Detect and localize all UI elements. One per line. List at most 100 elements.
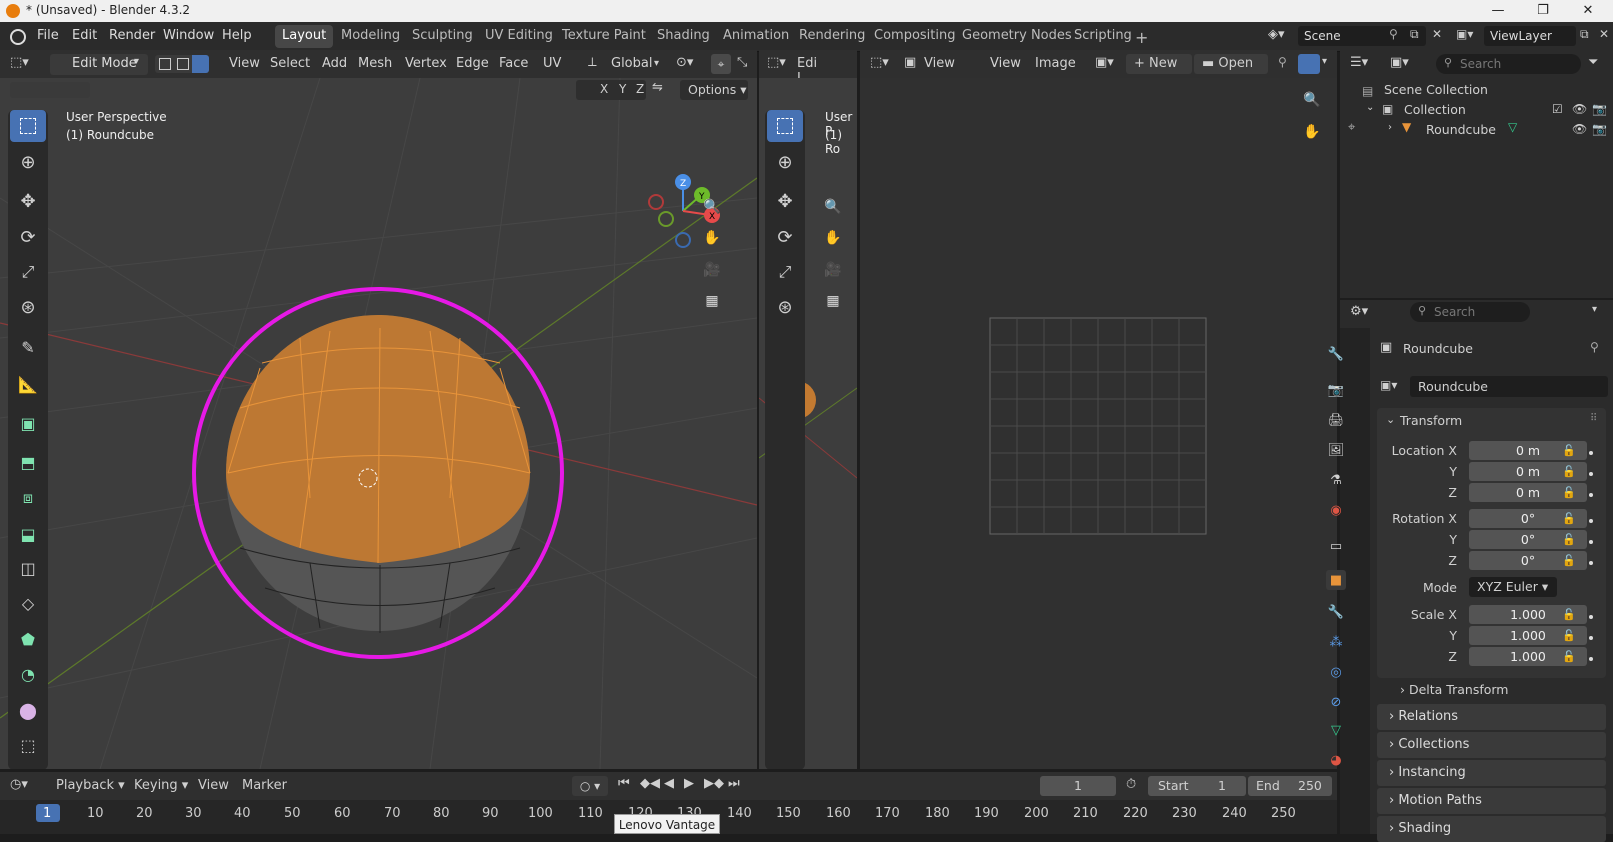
object-tab-icon[interactable]: ■: [1326, 570, 1346, 590]
new-image-button[interactable]: + New: [1126, 54, 1192, 74]
lock-icon[interactable]: 🔓: [1562, 512, 1576, 525]
menu-render[interactable]: Render: [109, 28, 155, 43]
editor-type-icon[interactable]: ⬚▾: [870, 55, 889, 70]
keyframe-dot[interactable]: [1589, 615, 1593, 619]
workspace-scripting[interactable]: Scripting: [1067, 25, 1139, 48]
jump-to-end-icon[interactable]: ⏭: [728, 776, 740, 791]
drag-handle-icon[interactable]: ⠿: [1590, 413, 1597, 424]
prev-keyframe-icon[interactable]: ◆◀: [640, 776, 660, 791]
vertex-select-icon[interactable]: [159, 58, 171, 70]
view-layer-icon[interactable]: ▣▾: [1456, 27, 1473, 41]
image-browse-icon[interactable]: ▣▾: [1095, 55, 1114, 70]
transform-tool[interactable]: ⊛: [10, 291, 46, 323]
editor-type-icon[interactable]: ⬚▾: [10, 55, 29, 70]
properties-editor-type-icon[interactable]: ⚙▾: [1350, 304, 1368, 319]
viewport-3d[interactable]: Z Y X User Perspective (1) Roundcube X Y…: [0, 78, 757, 769]
physics-tab-icon[interactable]: ◎: [1326, 662, 1346, 682]
chevron-down-icon[interactable]: ▾: [1592, 304, 1597, 315]
image-editor-menu-image[interactable]: Image: [1035, 56, 1076, 71]
object-browse-icon[interactable]: ▣▾: [1380, 378, 1397, 392]
shear-tool[interactable]: ⬚: [10, 729, 46, 761]
viewport-menu-mesh[interactable]: Mesh: [358, 56, 392, 71]
rotate-tool[interactable]: ⟳: [767, 221, 803, 253]
modifier-tab-icon[interactable]: 🔧: [1326, 602, 1346, 622]
menu-edit[interactable]: Edit: [72, 28, 97, 43]
viewport-menu-add[interactable]: Add: [322, 56, 347, 71]
current-frame-field[interactable]: 1: [1040, 776, 1116, 796]
pivot-icon[interactable]: ⊙▾: [676, 55, 693, 70]
edge-select-icon[interactable]: [177, 58, 189, 70]
pin-icon[interactable]: ⚲: [1389, 27, 1398, 41]
delta-transform-subpanel[interactable]: › Delta Transform: [1400, 682, 1508, 697]
selection-mode-buttons[interactable]: [10, 82, 90, 98]
viewport-menu-select[interactable]: Select: [270, 56, 310, 71]
timeline-menu-view[interactable]: View: [198, 778, 229, 793]
image-mode-icon[interactable]: ▣: [904, 55, 916, 70]
play-icon[interactable]: ▶: [684, 776, 694, 791]
axis-y-toggle[interactable]: Y: [619, 82, 626, 96]
relations-panel[interactable]: › Relations: [1377, 704, 1606, 730]
visibility-eye-icon[interactable]: 👁: [1572, 122, 1587, 136]
image-editor-view-dropdown[interactable]: View: [924, 56, 955, 71]
viewport-menu-face[interactable]: Face: [499, 56, 528, 71]
blender-menu-icon[interactable]: [10, 29, 26, 45]
zoom-icon[interactable]: 🔍: [698, 193, 726, 221]
select-box-tool[interactable]: [10, 110, 46, 142]
lock-icon[interactable]: 🔓: [1562, 533, 1576, 546]
poly-build-tool[interactable]: ⬟: [10, 623, 46, 655]
axis-z-toggle[interactable]: Z: [636, 82, 644, 96]
world-tab-icon[interactable]: ◉: [1326, 500, 1346, 520]
keyframe-dot[interactable]: [1589, 519, 1593, 523]
play-reverse-icon[interactable]: ◀: [664, 776, 674, 791]
particles-tab-icon[interactable]: ⁂: [1326, 632, 1346, 652]
expand-object-icon[interactable]: ›: [1388, 122, 1392, 133]
transform-label[interactable]: Transform: [1400, 413, 1462, 428]
pin-icon[interactable]: ⚲: [1278, 55, 1287, 69]
proportional-edit-icon[interactable]: ⤡: [737, 55, 747, 70]
filter-icon[interactable]: ⏷: [1588, 55, 1598, 70]
instancing-panel[interactable]: › Instancing: [1377, 760, 1606, 786]
next-keyframe-icon[interactable]: ▶◆: [704, 776, 724, 791]
workspace-layout[interactable]: Layout: [275, 25, 334, 48]
render-tab-icon[interactable]: 📷: [1326, 380, 1346, 400]
lock-icon[interactable]: 🔓: [1562, 486, 1576, 499]
camera-view-icon[interactable]: 🎥: [698, 256, 726, 284]
maximize-icon[interactable]: ❐: [1520, 0, 1566, 22]
view-layer-tab-icon[interactable]: 🖼: [1326, 440, 1346, 460]
add-workspace-icon[interactable]: +: [1135, 28, 1148, 47]
workspace-shading[interactable]: Shading: [650, 25, 717, 48]
scene-tab-icon[interactable]: ⚗: [1326, 470, 1346, 490]
keyframe-dot[interactable]: [1589, 451, 1593, 455]
jump-to-start-icon[interactable]: ⏮: [618, 776, 630, 791]
data-tab-icon[interactable]: ▽: [1326, 720, 1346, 740]
viewport-menu-vertex[interactable]: Vertex: [405, 56, 447, 71]
image-editor-menu-view[interactable]: View: [990, 56, 1021, 71]
new-scene-icon[interactable]: ⧉: [1410, 27, 1419, 42]
zoom-icon[interactable]: 🔍: [819, 193, 847, 221]
workspace-geometry-nodes[interactable]: Geometry Nodes: [955, 25, 1079, 48]
select-box-tool[interactable]: [767, 110, 803, 142]
render-camera-icon[interactable]: 📷: [1592, 102, 1607, 116]
workspace-animation[interactable]: Animation: [716, 25, 796, 48]
options-dropdown[interactable]: Options ▾: [680, 80, 748, 100]
timeline-menu-playback[interactable]: Playback ▾: [56, 778, 125, 793]
workspace-uv-editing[interactable]: UV Editing: [478, 25, 560, 48]
viewport-menu-view[interactable]: View: [229, 56, 260, 71]
scene-selector-icon[interactable]: ◈▾: [1268, 27, 1285, 42]
pan-hand-icon[interactable]: ✋: [698, 224, 726, 252]
lock-icon[interactable]: 🔓: [1562, 444, 1576, 457]
scale-tool[interactable]: ⤢: [10, 256, 46, 288]
orthographic-grid-icon[interactable]: ▦: [819, 287, 847, 315]
workspace-sculpting[interactable]: Sculpting: [405, 25, 480, 48]
transform-tool[interactable]: ⊛: [767, 291, 803, 323]
lock-icon[interactable]: 🔓: [1562, 608, 1576, 621]
timeline-menu-keying[interactable]: Keying ▾: [134, 778, 188, 793]
collections-panel[interactable]: › Collections: [1377, 732, 1606, 758]
pin-icon[interactable]: ⚲: [1590, 340, 1599, 354]
image-editor-canvas[interactable]: 🔍 ✋: [860, 78, 1337, 769]
viewport-3d-secondary[interactable]: User P (1) Ro ⊕ ✥ ⟳ ⤢ ⊛ 🔍 ✋ 🎥 ▦: [759, 78, 857, 769]
knife-tool[interactable]: ◇: [10, 587, 46, 619]
remove-scene-icon[interactable]: ✕: [1432, 27, 1442, 41]
inset-tool[interactable]: ⧈: [10, 482, 46, 514]
motion-paths-panel[interactable]: › Motion Paths: [1377, 788, 1606, 814]
